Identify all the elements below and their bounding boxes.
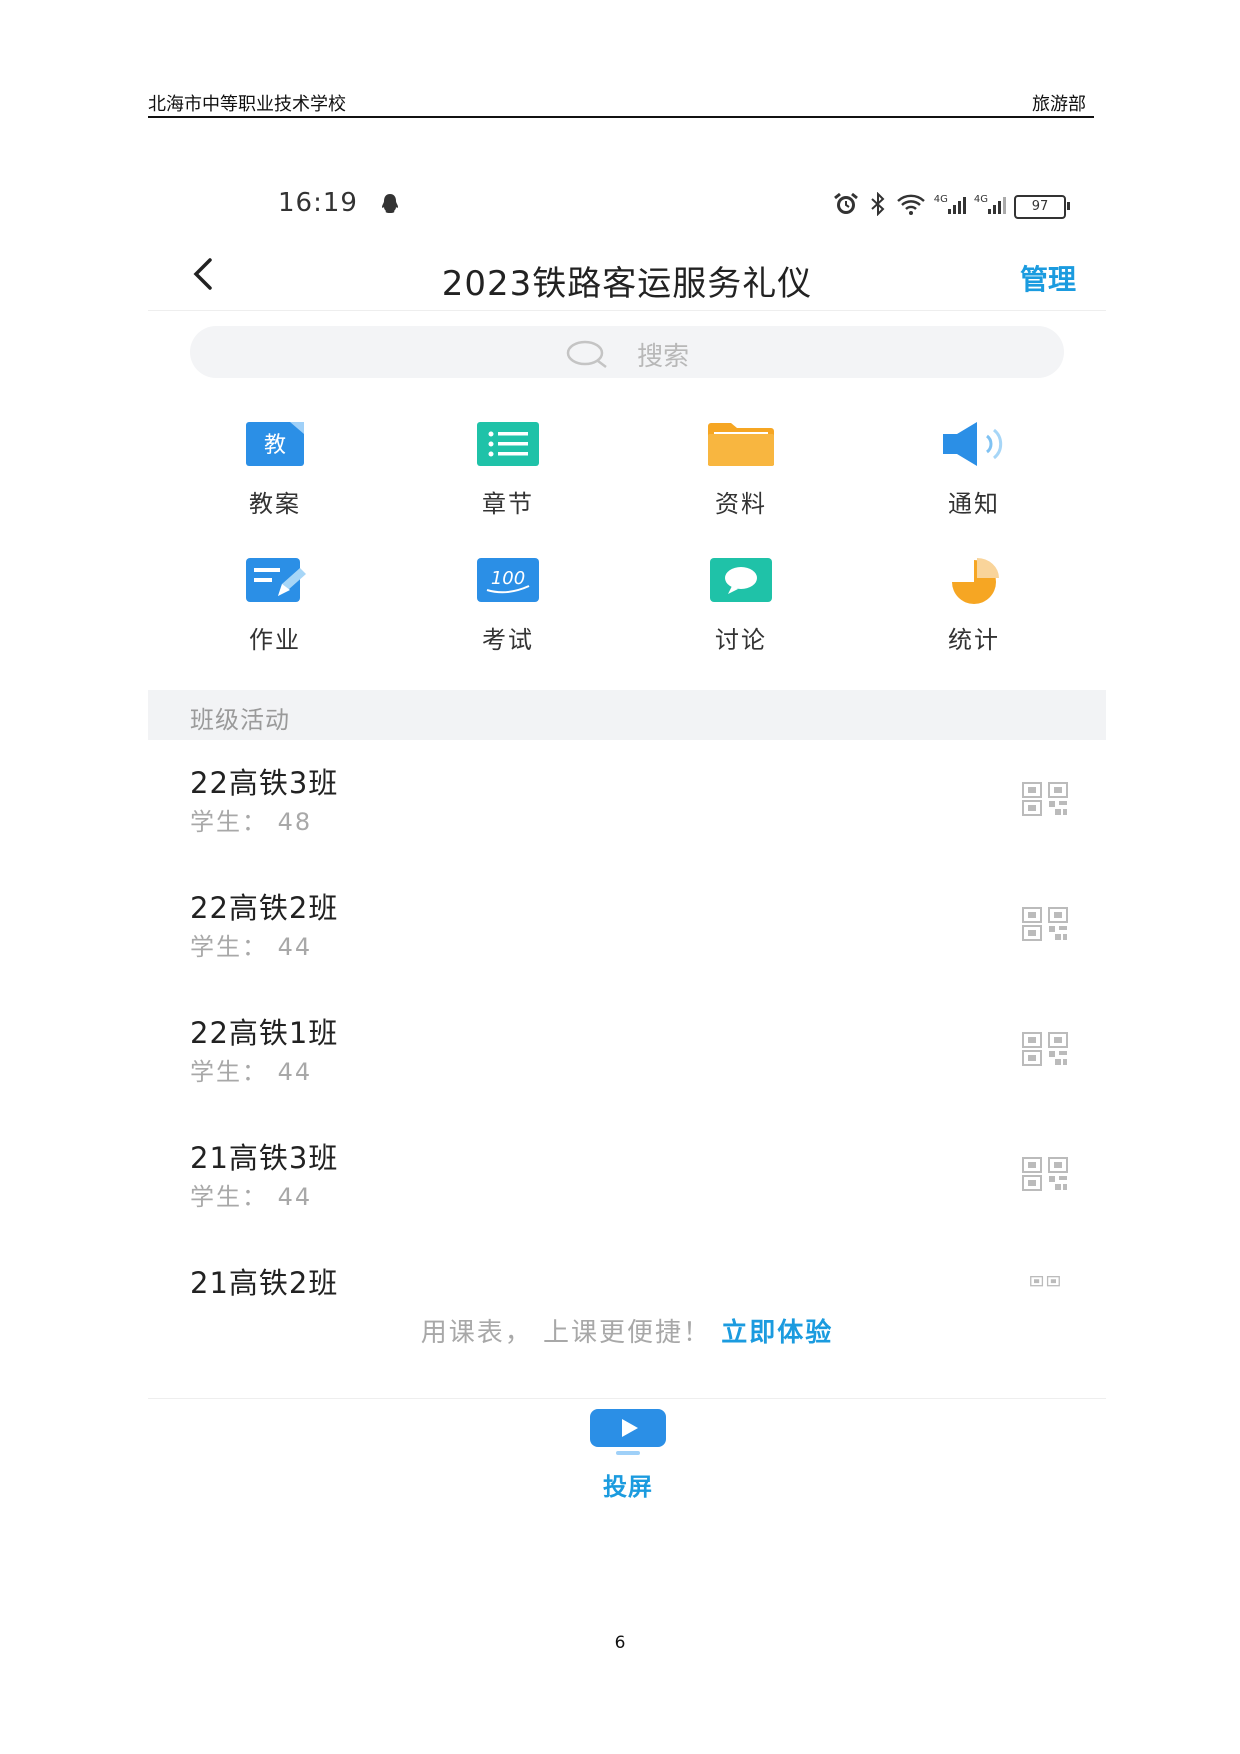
pie-chart-icon: [939, 556, 1009, 604]
bluetooth-icon: [868, 191, 888, 221]
signal-4g-icon-2: 4G: [974, 194, 1006, 219]
bottom-bar: 投屏: [148, 1398, 1106, 1511]
grid-item-homework[interactable]: 作业: [205, 556, 345, 655]
grid-item-chapters[interactable]: 章节: [438, 420, 578, 519]
manage-button[interactable]: 管理: [1020, 258, 1076, 298]
class-row[interactable]: 22高铁1班 学生： 44: [148, 1010, 1106, 1120]
lesson-plan-icon: 教: [240, 420, 310, 468]
homework-icon: [240, 556, 310, 604]
class-name: 21高铁3班: [190, 1141, 339, 1175]
grid-label-discussion: 讨论: [715, 626, 767, 654]
folder-icon: [706, 420, 776, 468]
class-student-count: 学生： 44: [190, 1058, 313, 1086]
alarm-icon: [832, 192, 860, 221]
timetable-promo: 用课表， 上课更便捷！ 立即体验: [148, 1312, 1106, 1349]
screen-cast-icon: [590, 1409, 666, 1455]
navigation-bar: 2023铁路客运服务礼仪 管理: [148, 240, 1106, 311]
signal-4g-icon-1: 4G: [934, 194, 966, 219]
grid-item-exam[interactable]: 100 考试: [438, 556, 578, 655]
document-header: 北海市中等职业技术学校 旅游部: [148, 88, 1094, 118]
search-placeholder: 搜索: [637, 342, 690, 372]
qr-code-icon[interactable]: [1022, 1276, 1068, 1298]
class-student-count: 学生： 44: [190, 1183, 313, 1211]
qq-penguin-icon: [378, 192, 402, 220]
class-name: 21高铁2班: [190, 1266, 339, 1300]
class-activities-header: 班级活动: [148, 690, 1106, 740]
search-icon: [565, 339, 609, 376]
qr-code-icon[interactable]: [1022, 1032, 1068, 1066]
qr-code-icon[interactable]: [1022, 782, 1068, 816]
class-row[interactable]: 22高铁3班 学生： 48: [148, 760, 1106, 870]
grid-label-notice: 通知: [948, 490, 1000, 518]
page-number: 6: [614, 1633, 626, 1653]
grid-item-materials[interactable]: 资料: [671, 420, 811, 519]
promo-text: 用课表， 上课更便捷！: [420, 1318, 711, 1348]
battery-icon: 97: [1014, 194, 1070, 219]
discussion-icon: [706, 556, 776, 604]
qr-code-icon[interactable]: [1022, 907, 1068, 941]
grid-label-materials: 资料: [715, 490, 767, 518]
wifi-icon: [896, 192, 926, 221]
exam-glyph: 100: [491, 568, 525, 589]
screen-cast-button[interactable]: 投屏: [586, 1407, 670, 1502]
department-name: 旅游部: [1032, 94, 1086, 115]
class-name: 22高铁2班: [190, 891, 339, 925]
class-row[interactable]: 22高铁2班 学生： 44: [148, 885, 1106, 995]
chapter-list-icon: [473, 420, 543, 468]
status-bar: 16:19 4G 4G 97: [148, 188, 1106, 224]
class-student-count: 学生： 44: [190, 933, 313, 961]
grid-item-lesson-plan[interactable]: 教 教案: [205, 420, 345, 519]
grid-label-homework: 作业: [249, 626, 301, 654]
class-row[interactable]: 21高铁3班 学生： 44: [148, 1135, 1106, 1245]
class-student-count: 学生： 48: [190, 808, 313, 836]
screen-cast-label: 投屏: [603, 1473, 653, 1501]
try-now-link[interactable]: 立即体验: [721, 1318, 833, 1348]
class-name: 22高铁3班: [190, 766, 339, 800]
grid-item-notice[interactable]: 通知: [904, 420, 1044, 519]
grid-label-chapters: 章节: [482, 490, 534, 518]
grid-item-statistics[interactable]: 统计: [904, 556, 1044, 655]
lesson-plan-glyph: 教: [264, 433, 286, 458]
section-title: 班级活动: [190, 706, 290, 734]
grid-label-exam: 考试: [482, 626, 534, 654]
school-name: 北海市中等职业技术学校: [148, 94, 346, 115]
megaphone-icon: [939, 420, 1009, 468]
page-title: 2023铁路客运服务礼仪: [441, 264, 813, 304]
grid-label-statistics: 统计: [948, 626, 1000, 654]
grid-label-lesson-plan: 教案: [249, 490, 301, 518]
search-input[interactable]: 搜索: [190, 326, 1064, 378]
class-name: 22高铁1班: [190, 1016, 339, 1050]
phone-screenshot: 16:19 4G 4G 97 2023铁路客运服务礼仪 管理 搜索 教 教案 章…: [148, 170, 1106, 1510]
exam-icon: 100: [473, 556, 543, 604]
grid-item-discussion[interactable]: 讨论: [671, 556, 811, 655]
status-time: 16:19: [278, 188, 358, 218]
qr-code-icon[interactable]: [1022, 1157, 1068, 1191]
status-icons: 4G 4G 97: [832, 191, 1070, 221]
